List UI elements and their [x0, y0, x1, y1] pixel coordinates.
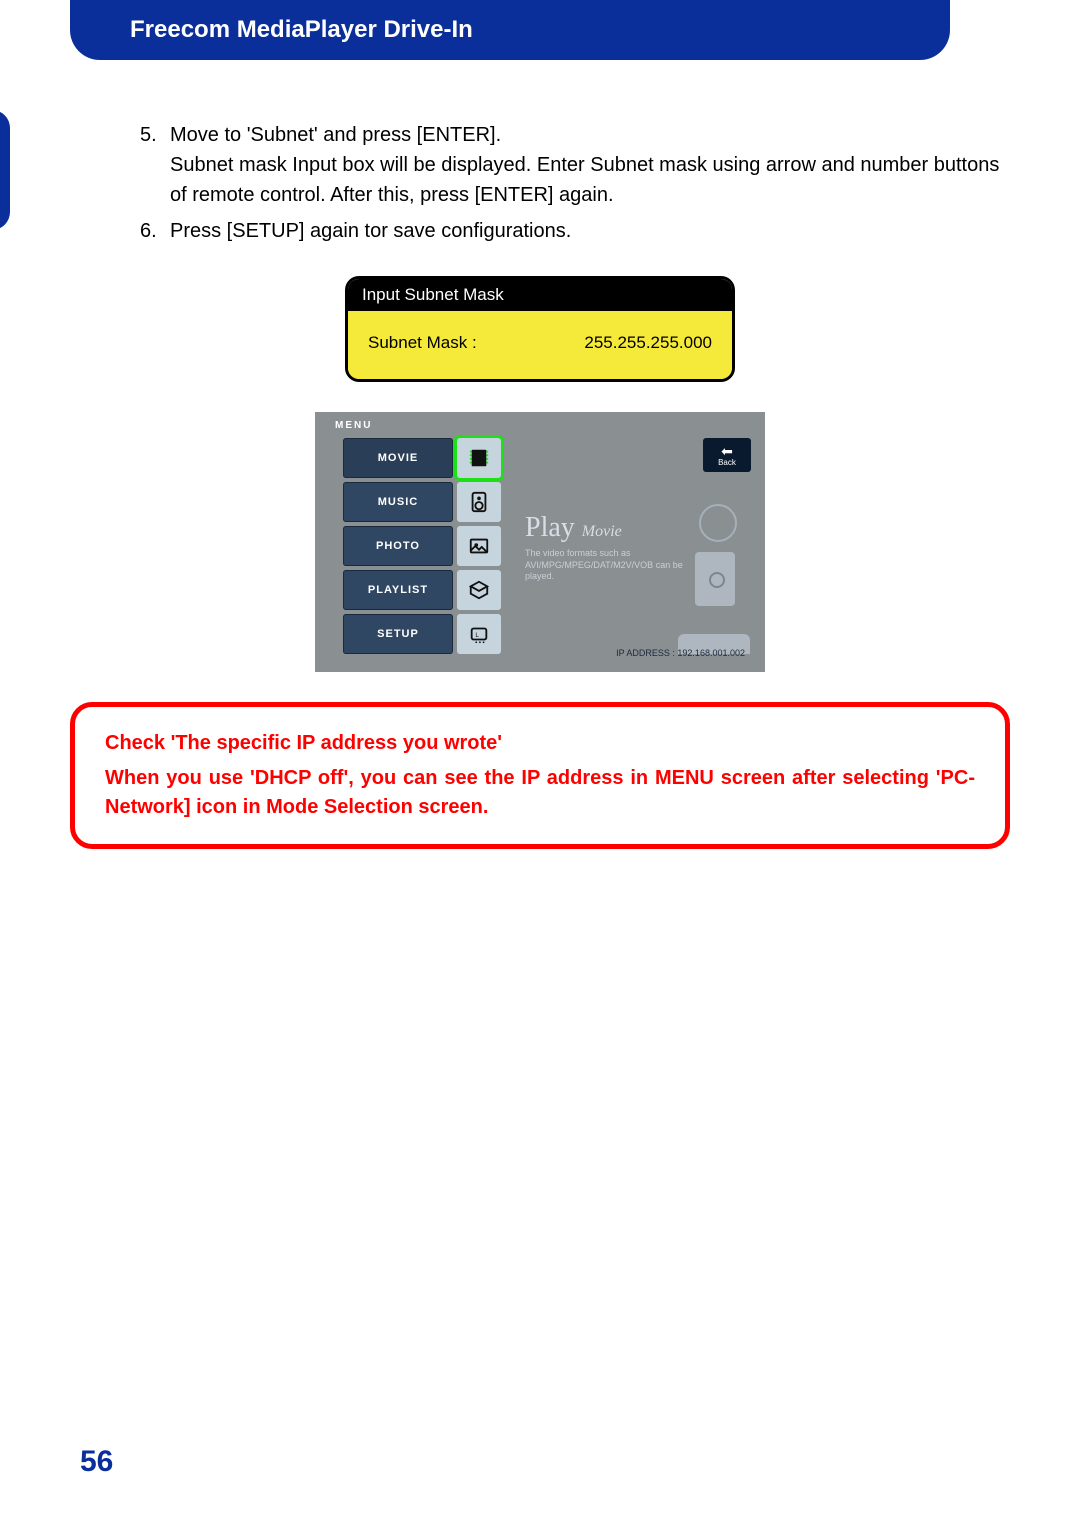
menu-screenshot: MENU MOVIE MUSIC PHOTO PLAYLIST SETUP L — [315, 412, 765, 672]
side-tab-section: 3 — [0, 165, 10, 188]
step-6: 6. Press [SETUP] again tor save configur… — [140, 216, 1010, 246]
svg-text:L: L — [475, 632, 479, 639]
disc-icon — [699, 504, 737, 542]
callout-line2: When you use 'DHCP off', you can see the… — [105, 764, 975, 822]
step-5: 5. Move to 'Subnet' and press [ENTER]. S… — [140, 120, 1010, 210]
side-tab-lang: GB — [0, 124, 10, 147]
back-button[interactable]: ⬅ Back — [703, 438, 751, 472]
menu-item-movie[interactable]: MOVIE — [343, 438, 453, 478]
subnet-body: Subnet Mask : 255.255.255.000 — [348, 311, 732, 379]
setup-icon: L — [457, 614, 501, 654]
menu-column: MOVIE MUSIC PHOTO PLAYLIST SETUP — [343, 438, 453, 658]
menu-item-music[interactable]: MUSIC — [343, 482, 453, 522]
step-main: Press [SETUP] again tor save configurati… — [170, 220, 571, 242]
back-label: Back — [718, 458, 736, 467]
film-icon — [457, 438, 501, 478]
menu-item-playlist[interactable]: PLAYLIST — [343, 570, 453, 610]
drive-icon — [695, 552, 735, 606]
photo-icon — [457, 526, 501, 566]
step-number: 5. — [140, 120, 157, 150]
speaker-icon — [457, 482, 501, 522]
step-sub: Subnet mask Input box will be displayed.… — [170, 150, 1010, 210]
back-arrow-icon: ⬅ — [721, 444, 733, 458]
playlist-icon — [457, 570, 501, 610]
manual-page: Freecom MediaPlayer Drive-In GB 3 5. Mov… — [0, 0, 1080, 1529]
subnet-label: Subnet Mask : — [368, 333, 477, 353]
subnet-title: Input Subnet Mask — [348, 279, 732, 311]
callout-line1: Check 'The specific IP address you wrote… — [105, 729, 975, 758]
header: Freecom MediaPlayer Drive-In — [70, 0, 1010, 80]
header-title: Freecom MediaPlayer Drive-In — [70, 0, 950, 60]
step-main: Move to 'Subnet' and press [ENTER]. — [170, 124, 501, 146]
ip-address-line: IP ADDRESS : 192.168.001.002 — [616, 648, 745, 658]
step-number: 6. — [140, 216, 157, 246]
subnet-value: 255.255.255.000 — [584, 333, 712, 353]
menu-header-label: MENU — [335, 420, 372, 431]
play-description: The video formats such as AVI/MPG/MPEG/D… — [525, 548, 695, 583]
subnet-input-box: Input Subnet Mask Subnet Mask : 255.255.… — [345, 276, 735, 382]
side-tab: GB 3 — [0, 110, 10, 230]
instruction-list: 5. Move to 'Subnet' and press [ENTER]. S… — [140, 120, 1010, 246]
menu-item-photo[interactable]: PHOTO — [343, 526, 453, 566]
icon-column: L — [457, 438, 501, 658]
menu-item-setup[interactable]: SETUP — [343, 614, 453, 654]
warning-callout: Check 'The specific IP address you wrote… — [70, 702, 1010, 849]
page-number: 56 — [80, 1445, 113, 1479]
